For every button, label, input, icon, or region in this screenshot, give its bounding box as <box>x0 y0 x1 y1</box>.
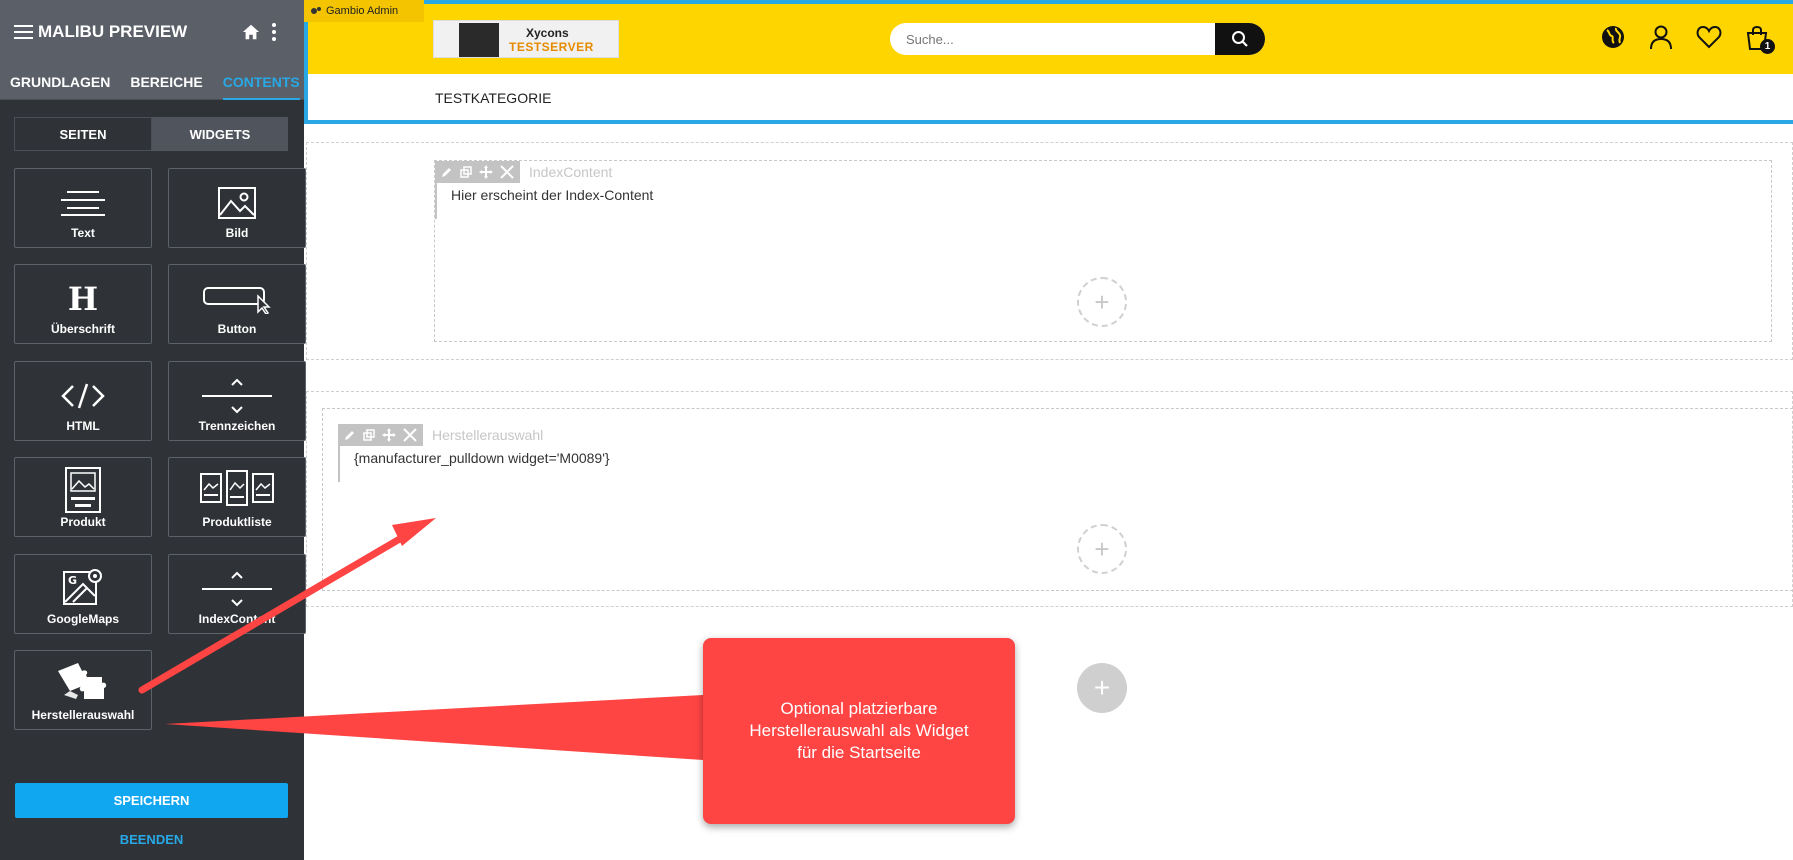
add-widget-button[interactable]: + <box>1077 524 1127 574</box>
sidebar: MALIBU PREVIEW GRUNDLAGEN BEREICHE CONTE… <box>0 0 306 860</box>
sidebar-tabs: GRUNDLAGEN BEREICHE CONTENTS <box>0 64 304 100</box>
text-lines-icon <box>61 191 105 216</box>
divider-icon <box>202 378 272 414</box>
heading-icon: H <box>67 280 99 318</box>
tab-grundlagen[interactable]: GRUNDLAGEN <box>10 64 110 100</box>
widget-herstellerauswahl[interactable]: Herstellerauswahl {manufacturer_pulldown… <box>322 408 1793 591</box>
widget-tile-label: Button <box>217 322 257 336</box>
widget-body: {manufacturer_pulldown widget='M0089'} <box>338 446 624 482</box>
widget-tile-label: Text <box>71 226 95 240</box>
search-input[interactable] <box>890 23 1200 55</box>
widget-tile-produkt[interactable]: Produkt <box>14 457 152 537</box>
pages-widgets-toggle: SEITEN WIDGETS <box>14 117 288 151</box>
move-icon[interactable] <box>479 165 493 179</box>
edit-pencil-icon[interactable] <box>344 429 356 441</box>
widget-tile-label: Produkt <box>60 515 106 529</box>
puzzle-icon <box>58 663 107 699</box>
widget-tile-label: IndexContent <box>198 612 276 626</box>
svg-text:G: G <box>68 574 77 587</box>
callout-line-1: Optional platzierbare <box>780 699 938 718</box>
widget-tile-bild[interactable]: Bild <box>168 168 306 248</box>
exit-link[interactable]: BEENDEN <box>15 832 288 847</box>
sidebar-header: MALIBU PREVIEW <box>0 0 304 64</box>
search-icon <box>1232 31 1248 47</box>
widget-tile-label: Überschrift <box>50 322 115 336</box>
edit-pencil-icon[interactable] <box>441 166 453 178</box>
widget-tile-button[interactable]: Button <box>168 264 306 344</box>
widget-body: Hier erscheint der Index-Content <box>435 183 667 219</box>
cart-bag-icon[interactable]: 1 <box>1744 24 1775 54</box>
code-icon <box>61 383 105 409</box>
map-icon: G <box>63 569 102 605</box>
home-icon[interactable] <box>242 23 260 41</box>
hamburger-menu-icon[interactable] <box>14 25 33 39</box>
admin-bar[interactable]: Gambio Admin <box>304 0 424 22</box>
widget-tile-label: GoogleMaps <box>46 612 119 626</box>
language-globe-icon[interactable] <box>1600 24 1626 50</box>
close-icon[interactable] <box>500 165 514 179</box>
add-widget-button[interactable]: + <box>1077 277 1127 327</box>
logo-server-graphic <box>459 23 499 57</box>
widget-tile-label: Herstellerauswahl <box>31 708 135 722</box>
widget-tile-indexcontent[interactable]: IndexContent <box>168 554 306 634</box>
widget-tile-herstellerauswahl[interactable]: Herstellerauswahl <box>14 650 152 730</box>
logo-line2: TESTSERVER <box>509 40 594 54</box>
move-icon[interactable] <box>382 428 396 442</box>
search-bar <box>890 23 1265 55</box>
cart-count-badge: 1 <box>1760 39 1775 54</box>
widget-toolbar: IndexContent <box>435 161 612 183</box>
tab-contents[interactable]: CONTENTS <box>222 64 300 100</box>
index-content-icon <box>202 571 272 607</box>
image-icon <box>218 187 256 219</box>
widget-tile-googlemaps[interactable]: G GoogleMaps <box>14 554 152 634</box>
widget-tile-label: HTML <box>66 419 100 433</box>
logo-line1: Xycons <box>526 26 569 40</box>
callout-line-2: Herstellerauswahl als Widget <box>749 721 969 740</box>
widget-tile-ueberschrift[interactable]: H Überschrift <box>14 264 152 344</box>
duplicate-icon[interactable] <box>460 166 472 178</box>
widget-name: IndexContent <box>529 164 613 180</box>
nav-item-testkategorie[interactable]: TESTKATEGORIE <box>435 90 551 106</box>
widget-tile-label: Trennzeichen <box>198 419 276 433</box>
gears-icon <box>311 7 321 14</box>
add-section-button[interactable]: + <box>1077 663 1127 713</box>
tab-bereiche[interactable]: BEREICHE <box>130 64 202 100</box>
button-icon <box>203 287 271 314</box>
widget-tile-trennzeichen[interactable]: Trennzeichen <box>168 361 306 441</box>
search-button[interactable] <box>1215 23 1265 55</box>
toggle-seiten-button[interactable]: SEITEN <box>14 117 152 151</box>
widget-tile-produktliste[interactable]: Produktliste <box>168 457 306 537</box>
duplicate-icon[interactable] <box>363 429 375 441</box>
widget-indexcontent[interactable]: IndexContent Hier erscheint der Index-Co… <box>434 160 1772 342</box>
callout-line-3: für die Startseite <box>797 743 921 762</box>
category-nav: TESTKATEGORIE <box>308 74 1793 120</box>
close-icon[interactable] <box>403 428 417 442</box>
shop-logo[interactable]: Xycons TESTSERVER <box>433 20 619 58</box>
product-list-icon <box>200 470 274 506</box>
more-options-icon[interactable] <box>272 23 276 41</box>
user-account-icon[interactable] <box>1648 24 1674 50</box>
toggle-widgets-button[interactable]: WIDGETS <box>152 117 288 151</box>
widget-tile-html[interactable]: HTML <box>14 361 152 441</box>
wishlist-heart-icon[interactable] <box>1696 24 1722 50</box>
header-icons: 1 <box>1600 24 1775 54</box>
save-button[interactable]: SPEICHERN <box>15 783 288 818</box>
widget-tile-label: Produktliste <box>202 515 272 529</box>
product-icon <box>65 467 101 513</box>
widget-name: Herstellerauswahl <box>432 427 544 443</box>
widget-tile-text[interactable]: Text <box>14 168 152 248</box>
widget-toolbar: Herstellerauswahl <box>338 424 543 446</box>
annotation-callout: Optional platzierbare Herstellerauswahl … <box>703 638 1015 824</box>
admin-bar-label: Gambio Admin <box>326 5 399 17</box>
widget-tile-label: Bild <box>225 226 249 240</box>
sidebar-title: MALIBU PREVIEW <box>38 22 188 41</box>
